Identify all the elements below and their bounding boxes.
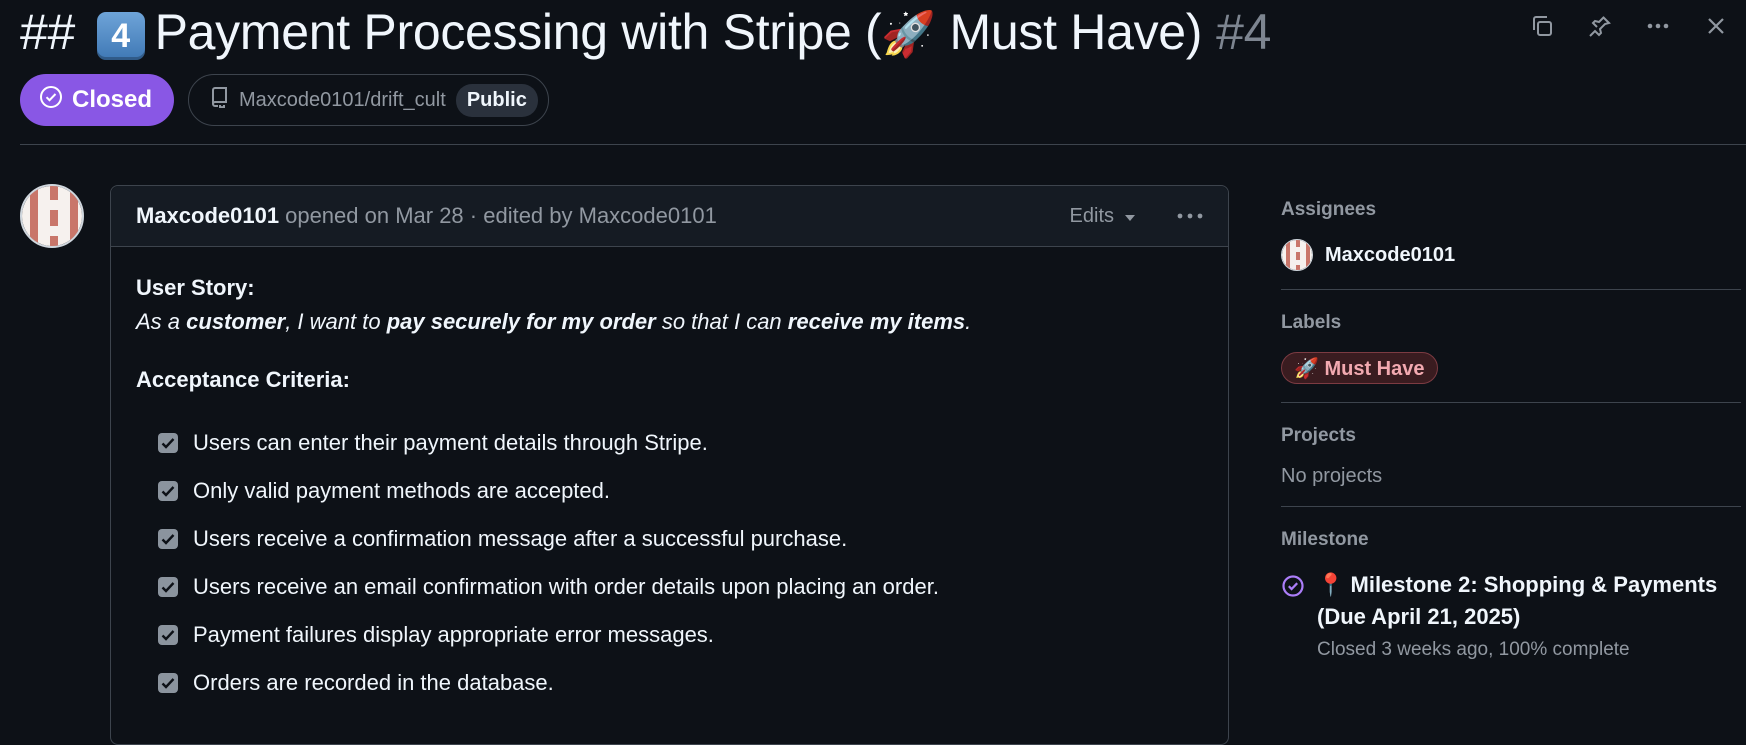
user-story-heading: User Story: — [136, 275, 255, 300]
keycap-four-icon: 4 — [96, 11, 145, 60]
pin-icon[interactable] — [1584, 10, 1616, 42]
assignees-section: Assignees Maxcode0101 — [1281, 199, 1741, 290]
check-circle-icon — [38, 84, 64, 117]
repo-pill[interactable]: Maxcode0101/drift_cult Public — [188, 74, 549, 126]
header-divider — [20, 144, 1746, 145]
assignee-name[interactable]: Maxcode0101 — [1325, 244, 1455, 267]
edits-dropdown[interactable]: Edits — [1070, 205, 1136, 228]
issue-title: ## 4 Payment Processing with Stripe (🚀 Mu… — [20, 4, 1203, 60]
issue-title-row: ## 4 Payment Processing with Stripe (🚀 Mu… — [20, 2, 1271, 62]
issue-number: #4 — [1216, 4, 1272, 60]
projects-title[interactable]: Projects — [1281, 425, 1741, 447]
copy-icon[interactable] — [1526, 10, 1558, 42]
milestone-title[interactable]: Milestone — [1281, 529, 1741, 551]
panel-actions — [1526, 10, 1732, 42]
comment-meta: opened on Mar 28 · edited by Maxcode0101 — [285, 203, 717, 228]
kebab-horizontal-icon[interactable] — [1642, 10, 1674, 42]
repo-icon — [209, 86, 229, 114]
labels-section: Labels 🚀 Must Have — [1281, 312, 1741, 403]
checkbox-checked-icon[interactable] — [158, 625, 178, 645]
comment-author[interactable]: Maxcode0101 — [136, 203, 279, 229]
projects-section: Projects No projects — [1281, 425, 1741, 507]
issue-body-comment: Maxcode0101 opened on Mar 28 · edited by… — [110, 185, 1229, 745]
assignee-avatar — [1281, 239, 1313, 271]
milestone-check-icon — [1281, 569, 1305, 661]
rocket-emoji: 🚀 — [881, 10, 936, 59]
milestone-item: 📍 Milestone 2: Shopping & Payments (Due … — [1281, 569, 1741, 661]
checkbox-checked-icon[interactable] — [158, 577, 178, 597]
milestone-section: Milestone 📍 Milestone 2: Shopping & Paym… — [1281, 529, 1741, 679]
comment-options-icon[interactable] — [1176, 211, 1204, 221]
close-icon[interactable] — [1700, 10, 1732, 42]
labels-title[interactable]: Labels — [1281, 312, 1741, 334]
repo-name[interactable]: Maxcode0101/drift_cult — [239, 89, 446, 112]
issue-state-row: Closed Maxcode0101/drift_cult Public — [20, 74, 549, 126]
checklist-item: Users receive a confirmation message aft… — [158, 515, 1203, 563]
checkbox-checked-icon[interactable] — [158, 673, 178, 693]
checkbox-checked-icon[interactable] — [158, 433, 178, 453]
acceptance-checklist: Users can enter their payment details th… — [158, 419, 1203, 707]
checklist-item: Orders are recorded in the database. — [158, 659, 1203, 707]
triangle-down-icon — [1124, 205, 1136, 228]
projects-value: No projects — [1281, 465, 1383, 487]
checklist-item: Only valid payment methods are accepted. — [158, 467, 1203, 515]
milestone-link[interactable]: 📍 Milestone 2: Shopping & Payments (Due … — [1317, 569, 1741, 633]
comment-header: Maxcode0101 opened on Mar 28 · edited by… — [111, 186, 1228, 247]
visibility-badge: Public — [455, 83, 538, 117]
closed-state-badge: Closed — [20, 74, 175, 126]
acceptance-criteria-heading: Acceptance Criteria: — [136, 367, 350, 392]
milestone-status: Closed 3 weeks ago, 100% complete — [1317, 639, 1630, 660]
checklist-item: Users receive an email confirmation with… — [158, 563, 1203, 611]
user-story-text: As a customer, I want to pay securely fo… — [136, 309, 972, 334]
label-must-have[interactable]: 🚀 Must Have — [1281, 352, 1438, 384]
assignees-title[interactable]: Assignees — [1281, 199, 1741, 221]
checklist-item: Users can enter their payment details th… — [158, 419, 1203, 467]
checklist-item: Payment failures display appropriate err… — [158, 611, 1203, 659]
checkbox-checked-icon[interactable] — [158, 529, 178, 549]
comment-body: User Story: As a customer, I want to pay… — [111, 247, 1228, 731]
issue-sidebar: Assignees Maxcode0101 Labels 🚀 Must Have… — [1281, 186, 1741, 701]
author-avatar[interactable] — [20, 184, 84, 248]
assignee-item[interactable]: Maxcode0101 — [1281, 239, 1741, 271]
checkbox-checked-icon[interactable] — [158, 481, 178, 501]
